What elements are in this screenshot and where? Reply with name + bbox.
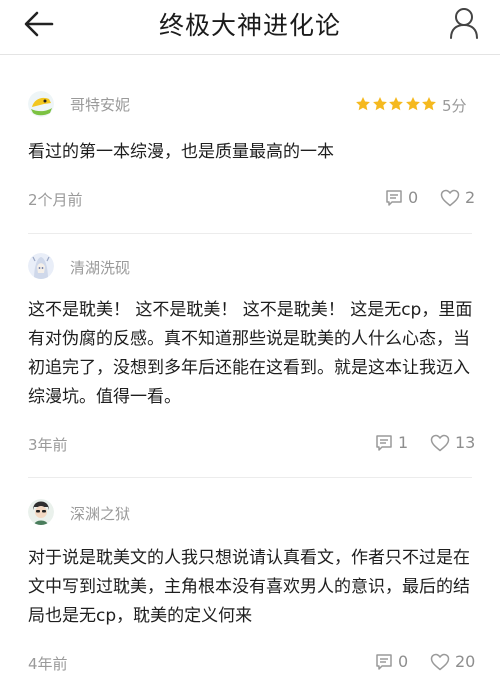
page-title: 终极大神进化论: [158, 11, 341, 40]
reply-count: 0: [408, 188, 419, 207]
reply-button[interactable]: 0: [385, 188, 418, 207]
top-bar: 终极大神进化论: [0, 0, 500, 50]
comment-divider: [28, 477, 472, 478]
reply-button[interactable]: 1: [375, 433, 408, 452]
like-count: 20: [455, 652, 476, 671]
rating-score: 5分: [442, 97, 467, 115]
like-button[interactable]: 13: [430, 433, 475, 452]
star-icon: [405, 97, 420, 111]
avatar[interactable]: [28, 253, 54, 279]
comment-icon: [376, 653, 392, 670]
like-count: 2: [465, 188, 476, 207]
heart-icon: [430, 653, 450, 670]
comment-text: 看过的第一本综漫，也是质量最高的一本: [28, 142, 334, 162]
like-button[interactable]: 20: [430, 652, 475, 671]
comment-icon: [386, 189, 402, 206]
avatar-image: [28, 91, 54, 117]
comment-time: 3年前: [28, 436, 68, 454]
heart-icon: [440, 189, 460, 206]
like-count: 13: [455, 433, 476, 452]
avatar-image: [28, 253, 54, 279]
header-divider: [0, 54, 500, 55]
reply-button[interactable]: 0: [375, 652, 408, 671]
profile-button[interactable]: [448, 6, 480, 40]
username[interactable]: 哥特安妮: [70, 94, 130, 115]
avatar[interactable]: [28, 499, 54, 525]
avatar[interactable]: [28, 91, 54, 117]
comment-text: 对于说是耽美文的人我只想说请认真看文，作者只不过是在文中写到过耽美，主角根本没有…: [28, 548, 470, 626]
star-icon: [372, 97, 387, 111]
reply-count: 1: [398, 433, 409, 452]
comment-divider: [28, 233, 472, 234]
comment-time: 2个月前: [28, 191, 83, 209]
comment-text: 这不是耽美！ 这不是耽美！ 这不是耽美！ 这是无cp，里面有对伪腐的反感。真不知…: [28, 300, 473, 407]
rating-stars: [355, 94, 438, 114]
reply-count: 0: [398, 652, 409, 671]
comment-icon: [376, 434, 392, 451]
star-icon: [356, 97, 370, 111]
username[interactable]: 深渊之狱: [70, 503, 130, 524]
star-icon: [422, 97, 436, 111]
user-icon: [450, 8, 478, 39]
avatar-image: [28, 499, 54, 525]
username[interactable]: 清湖洗砚: [70, 257, 130, 278]
star-icon: [389, 97, 403, 111]
heart-icon: [430, 434, 450, 451]
like-button[interactable]: 2: [440, 188, 475, 207]
comment-time: 4年前: [28, 655, 68, 673]
